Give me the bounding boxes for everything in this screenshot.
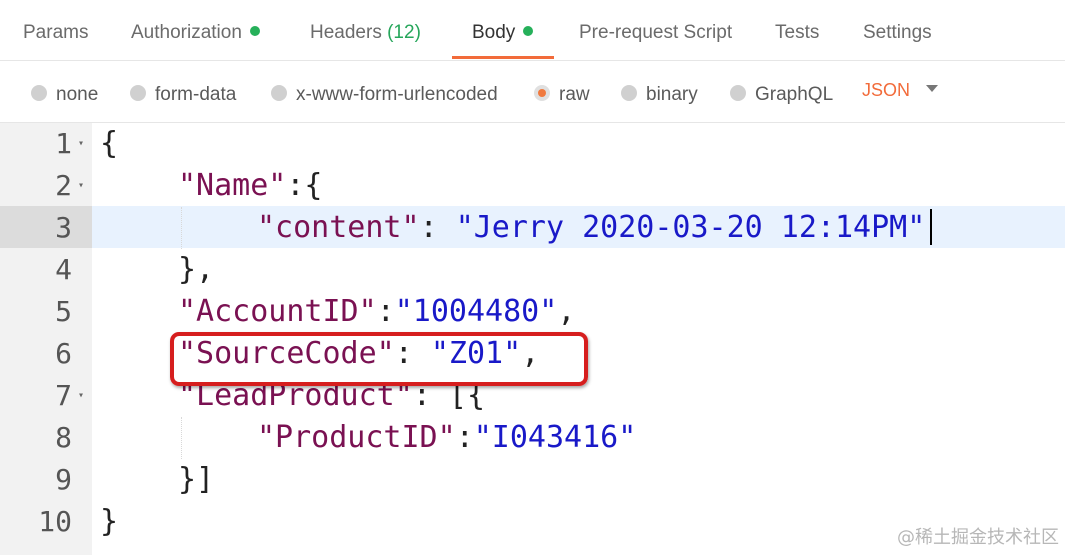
code-line-2: "Name":{ [178,165,323,207]
line-number: 6 [55,337,72,370]
code-line-5: "AccountID":"1004480", [178,291,575,333]
tab-params[interactable]: Params [23,22,88,44]
code-token: , [557,294,576,329]
code-token: { [100,126,119,161]
code-line-8: "ProductID":"I043416" [257,417,636,459]
radio-circle-icon [730,85,746,101]
tab-authorization[interactable]: Authorization [131,22,260,44]
code-line-1: { [100,123,118,165]
request-tabs-bar: Params Authorization Headers (12) Body P… [0,0,1065,61]
code-token: : [455,420,474,455]
tab-headers[interactable]: Headers (12) [310,22,421,44]
code-editor[interactable]: 1 2 3 4 5 6 7 8 9 10 ▾ ▾ ▾ { "Name":{ "c… [0,123,1065,555]
status-dot-icon [249,26,260,36]
radio-label: GraphQL [755,84,834,105]
status-dot-icon [523,26,534,36]
json-key: "Name" [178,168,287,203]
radio-label: x-www-form-urlencoded [296,84,498,105]
code-line-10: } [100,501,118,543]
tab-headers-label: Headers [310,22,382,43]
radio-none[interactable]: none [31,84,98,106]
json-key: "AccountID" [178,294,377,329]
json-key: "content" [257,210,420,245]
radio-graphql[interactable]: GraphQL [730,84,833,106]
radio-circle-icon [31,85,47,101]
line-number: 3 [55,211,72,244]
code-token: :{ [286,168,323,203]
radio-label: binary [646,84,698,105]
json-key: "ProductID" [257,420,456,455]
json-string-value: "1004480" [394,294,558,329]
code-token: : [376,294,395,329]
radio-circle-icon [621,85,637,101]
fold-arrow-icon[interactable]: ▾ [78,375,84,417]
code-line-9: }] [178,459,214,501]
indent-guide [181,417,182,459]
tab-body-label: Body [472,22,516,43]
radio-label: form-data [155,84,237,105]
headers-count-badge: (12) [387,22,421,43]
code-token: }, [178,252,215,287]
code-line-3: "content": "Jerry 2020-03-20 12:14PM" [257,207,925,249]
radio-form-data[interactable]: form-data [130,84,236,106]
line-number: 2 [55,169,72,202]
line-number: 10 [38,505,72,538]
chevron-down-icon[interactable] [926,85,938,92]
code-token: }] [178,462,215,497]
radio-raw[interactable]: raw [534,84,590,106]
code-token: : [419,210,456,245]
tab-tests[interactable]: Tests [775,22,819,44]
format-select[interactable]: JSON [862,80,910,101]
annotation-highlight-box [170,332,588,386]
radio-selected-icon [534,85,550,101]
code-token: } [100,504,119,539]
line-number: 9 [55,463,72,496]
tab-body[interactable]: Body [472,22,534,44]
json-string-value: "Jerry 2020-03-20 12:14PM" [455,210,926,245]
line-number: 4 [55,253,72,286]
tab-pre-request-script[interactable]: Pre-request Script [579,22,732,44]
watermark: @稀土掘金技术社区 [897,527,1059,548]
code-line-4: }, [178,249,214,291]
radio-label: none [56,84,99,105]
tab-settings[interactable]: Settings [863,22,932,44]
fold-arrow-icon[interactable]: ▾ [78,123,84,165]
radio-binary[interactable]: binary [621,84,698,106]
fold-arrow-icon[interactable]: ▾ [78,165,84,207]
line-number: 7 [55,379,72,412]
indent-guide [181,207,182,249]
json-string-value: "I043416" [473,420,637,455]
radio-circle-icon [130,85,146,101]
line-number: 8 [55,421,72,454]
tab-authorization-label: Authorization [131,22,242,43]
active-tab-indicator [452,56,554,59]
radio-x-www-form-urlencoded[interactable]: x-www-form-urlencoded [271,84,498,106]
line-number: 5 [55,295,72,328]
radio-label: raw [559,84,590,105]
line-number: 1 [55,127,72,160]
text-cursor [930,209,932,245]
radio-circle-icon [271,85,287,101]
